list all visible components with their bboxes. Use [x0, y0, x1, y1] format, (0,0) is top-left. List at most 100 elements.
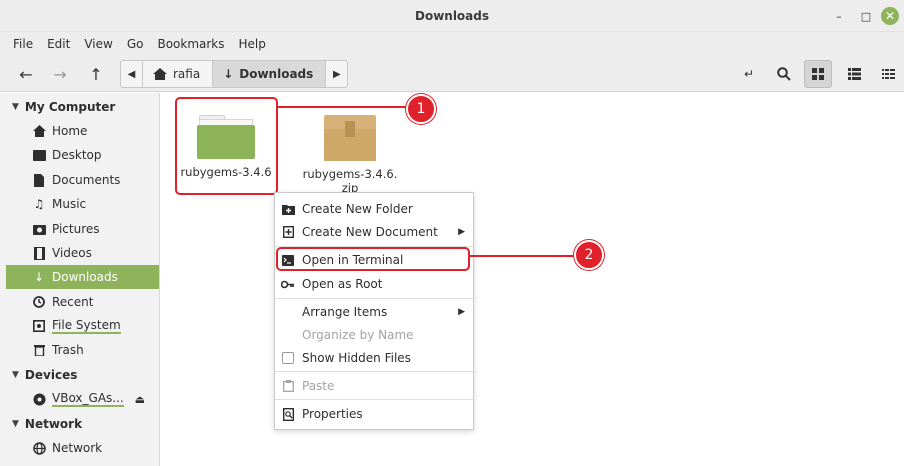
desktop-icon	[32, 149, 46, 161]
sidebar-item-videos[interactable]: Videos	[6, 241, 159, 265]
path-scroll-right-button[interactable]: ▶	[325, 61, 347, 87]
section-label: Network	[24, 417, 83, 431]
downloads-icon: ↓	[33, 270, 45, 284]
list-icon	[847, 68, 861, 80]
menu-edit[interactable]: Edit	[40, 37, 77, 51]
annotation-line-1	[278, 106, 407, 108]
archive-icon	[324, 115, 376, 161]
section-label: My Computer	[24, 100, 116, 114]
sidebar-item-file-system[interactable]: File System	[6, 314, 159, 338]
menu-item-label: Properties	[302, 407, 363, 421]
filesystem-icon	[32, 320, 46, 332]
menu-item-label: Arrange Items	[302, 305, 388, 319]
menu-item-create-new-folder[interactable]: Create New Folder	[275, 198, 473, 220]
menu-item-label: Show Hidden Files	[302, 351, 411, 365]
compact-list-icon	[881, 69, 895, 79]
sidebar-item-home[interactable]: Home	[6, 119, 159, 143]
crumb-downloads[interactable]: ↓ Downloads	[213, 61, 326, 87]
sidebar-item-downloads[interactable]: ↓ Downloads	[6, 265, 159, 289]
checkbox[interactable]	[282, 352, 294, 364]
annotation-badge-1: 1	[406, 94, 436, 124]
sidebar-item-label: Recent	[52, 295, 94, 309]
file-name: rubygems-3.4.6. zip	[302, 167, 398, 195]
list-view-button[interactable]	[840, 60, 868, 88]
collapse-triangle-icon: ▼	[12, 102, 19, 112]
menu-item-label: Organize by Name	[302, 328, 414, 342]
icon-view-button[interactable]	[804, 60, 832, 88]
sidebar-item-vbox-gas[interactable]: VBox_GAs... ⏏	[6, 387, 159, 411]
music-icon: ♫	[33, 197, 45, 211]
paste-icon	[281, 380, 295, 392]
menu-item-label: Create New Folder	[302, 202, 413, 216]
sidebar-section-devices[interactable]: ▼ Devices	[12, 368, 77, 382]
submenu-arrow-icon: ▶	[458, 227, 465, 237]
sidebar-item-label: VBox_GAs...	[52, 391, 124, 407]
submenu-arrow-icon: ▶	[458, 307, 465, 317]
menu-item-properties[interactable]: Properties	[275, 403, 473, 425]
menu-separator	[275, 298, 473, 299]
eject-icon[interactable]: ⏏	[135, 393, 145, 406]
menu-view[interactable]: View	[77, 37, 119, 51]
menu-item-open-as-root[interactable]: Open as Root	[275, 273, 473, 295]
annotation-badge-2: 2	[574, 240, 604, 270]
pictures-icon	[32, 224, 46, 235]
sidebar-item-label: Documents	[52, 173, 121, 187]
sidebar-item-label: Videos	[52, 246, 92, 260]
menu-item-arrange-items[interactable]: Arrange Items ▶	[275, 301, 473, 323]
archive-item[interactable]: rubygems-3.4.6. zip	[300, 115, 400, 195]
maximize-button[interactable]: □	[857, 7, 875, 25]
sidebar-item-music[interactable]: ♫ Music	[6, 192, 159, 216]
search-icon	[777, 67, 791, 81]
sidebar: ▼ My Computer Home Desktop Documents ♫ M…	[0, 93, 160, 466]
arrow-up-icon: ↑	[89, 64, 103, 84]
menu-item-label: Paste	[302, 379, 335, 393]
search-button[interactable]	[770, 60, 798, 88]
sidebar-item-documents[interactable]: Documents	[6, 168, 159, 192]
new-document-icon	[281, 226, 295, 238]
minimize-button[interactable]: –	[830, 7, 848, 25]
menu-separator	[275, 399, 473, 400]
sidebar-item-label: Music	[52, 197, 87, 211]
arrow-left-icon: ←	[19, 64, 33, 84]
sidebar-item-label: Pictures	[52, 222, 100, 236]
sidebar-section-network[interactable]: ▼ Network	[12, 417, 82, 431]
path-scroll-left-button[interactable]: ◀	[121, 61, 143, 87]
recent-icon	[32, 296, 46, 308]
back-button[interactable]: ←	[12, 60, 40, 88]
crumb-label: Downloads	[239, 67, 314, 81]
menu-file[interactable]: File	[6, 37, 40, 51]
menu-bookmarks[interactable]: Bookmarks	[150, 37, 231, 51]
forward-button[interactable]: →	[46, 60, 74, 88]
sidebar-item-recent[interactable]: Recent	[6, 290, 159, 314]
sidebar-item-trash[interactable]: Trash	[6, 338, 159, 362]
key-icon	[281, 280, 295, 289]
close-button[interactable]: ✕	[881, 7, 899, 25]
sidebar-section-my-computer[interactable]: ▼ My Computer	[12, 100, 115, 114]
open-terminal-toolbar-button[interactable]: ↵	[735, 60, 763, 88]
crumb-label: rafia	[173, 67, 201, 81]
up-button[interactable]: ↑	[82, 60, 110, 88]
window-title: Downloads	[414, 9, 490, 23]
menu-item-create-new-document[interactable]: Create New Document ▶	[275, 221, 473, 243]
collapse-triangle-icon: ▼	[12, 419, 19, 429]
videos-icon	[32, 246, 46, 260]
sidebar-item-network[interactable]: Network	[6, 436, 159, 460]
annotation-highlight-folder	[175, 97, 278, 195]
grid-icon	[812, 68, 824, 80]
menu-item-paste: Paste	[275, 375, 473, 397]
toolbar: ← → ↑ ◀ rafia ↓ Downloads ▶ ↵	[0, 56, 904, 92]
sidebar-item-label: Network	[52, 441, 103, 455]
menu-item-show-hidden-files[interactable]: Show Hidden Files	[275, 347, 473, 369]
sidebar-item-label: Home	[52, 124, 88, 138]
crumb-home[interactable]: rafia	[143, 61, 214, 87]
sidebar-item-desktop[interactable]: Desktop	[6, 143, 159, 167]
menu-help[interactable]: Help	[232, 37, 273, 51]
collapse-triangle-icon: ▼	[12, 370, 19, 380]
compact-view-button[interactable]	[874, 60, 902, 88]
menu-go[interactable]: Go	[120, 37, 151, 51]
menu-bar: File Edit View Go Bookmarks Help	[0, 32, 904, 56]
sidebar-item-pictures[interactable]: Pictures	[6, 217, 159, 241]
home-icon	[32, 125, 46, 137]
annotation-line-2	[470, 255, 575, 257]
section-label: Devices	[24, 368, 78, 382]
